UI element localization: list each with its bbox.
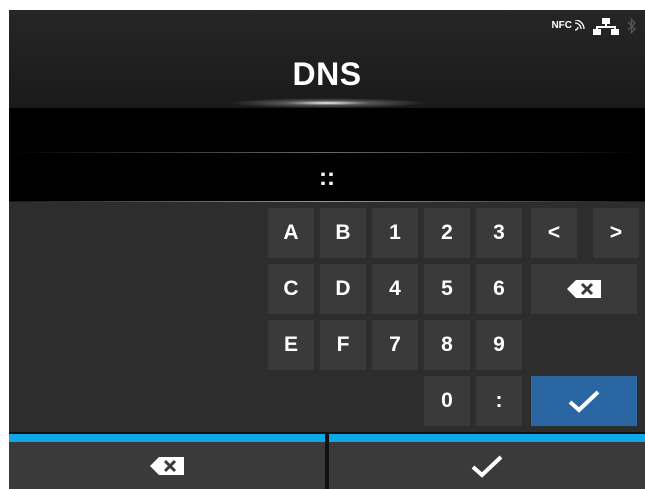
key-E[interactable]: E: [268, 320, 314, 370]
key-colon[interactable]: :: [476, 376, 522, 426]
key-0[interactable]: 0: [424, 376, 470, 426]
confirm-key[interactable]: [531, 376, 637, 426]
key-7[interactable]: 7: [372, 320, 418, 370]
key-C[interactable]: C: [268, 264, 314, 314]
page-title: DNS: [292, 56, 362, 92]
bluetooth-icon: [627, 17, 636, 35]
key-B[interactable]: B: [320, 208, 366, 258]
key-4[interactable]: 4: [372, 264, 418, 314]
display-divider: [9, 152, 645, 153]
checkmark-icon: [471, 455, 503, 478]
footer-right-accent: [329, 434, 645, 442]
checkmark-icon: [568, 390, 600, 413]
keypad: A B 1 2 3 < > C D 4 5 6 E F 7 8 9 0 :: [9, 202, 645, 432]
network-icon: [593, 18, 619, 35]
nfc-icon: NFC: [551, 20, 585, 32]
cursor-left-button[interactable]: <: [531, 208, 577, 258]
cursor-right-button[interactable]: >: [593, 208, 639, 258]
key-5[interactable]: 5: [424, 264, 470, 314]
key-6[interactable]: 6: [476, 264, 522, 314]
printer-screen: NFC DNS :: A B 1 2 3 < > C D 4 5 6 E F 7…: [9, 10, 645, 489]
key-A[interactable]: A: [268, 208, 314, 258]
key-9[interactable]: 9: [476, 320, 522, 370]
key-3[interactable]: 3: [476, 208, 522, 258]
status-bar: NFC: [551, 17, 637, 35]
title-underline-glow: [227, 98, 427, 108]
key-D[interactable]: D: [320, 264, 366, 314]
key-8[interactable]: 8: [424, 320, 470, 370]
footer-left-accent: [9, 434, 325, 442]
value-display: ::: [9, 108, 645, 202]
backspace-icon: [567, 280, 601, 298]
header: NFC DNS: [9, 10, 645, 108]
key-2[interactable]: 2: [424, 208, 470, 258]
dns-value: ::: [319, 164, 335, 191]
backspace-key[interactable]: [531, 264, 637, 314]
key-1[interactable]: 1: [372, 208, 418, 258]
footer-confirm-button[interactable]: [329, 442, 645, 489]
footer-backspace-button[interactable]: [9, 442, 325, 489]
backspace-icon: [150, 456, 184, 475]
key-F[interactable]: F: [320, 320, 366, 370]
nfc-label: NFC: [551, 20, 572, 31]
